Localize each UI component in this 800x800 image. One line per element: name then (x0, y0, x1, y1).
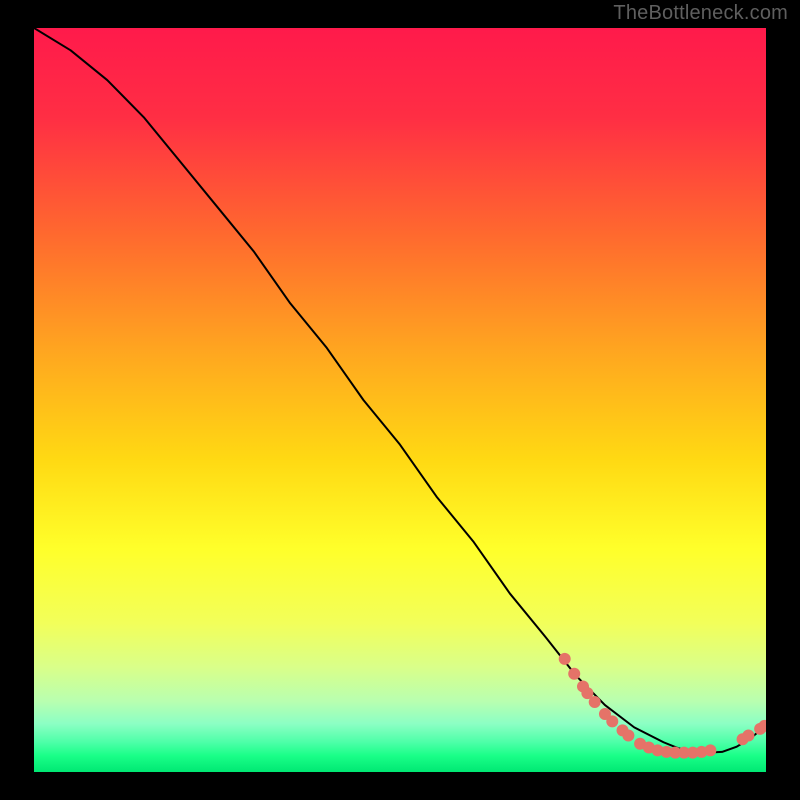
data-marker (606, 715, 618, 727)
plot-area (34, 28, 766, 772)
data-marker (742, 730, 754, 742)
data-marker (704, 744, 716, 756)
data-marker (622, 730, 634, 742)
data-marker (568, 668, 580, 680)
watermark-text: TheBottleneck.com (613, 2, 788, 25)
chart-frame: TheBottleneck.com (0, 0, 800, 800)
bottleneck-chart (34, 28, 766, 772)
data-marker (559, 653, 571, 665)
gradient-background (34, 28, 766, 772)
data-marker (589, 696, 601, 708)
